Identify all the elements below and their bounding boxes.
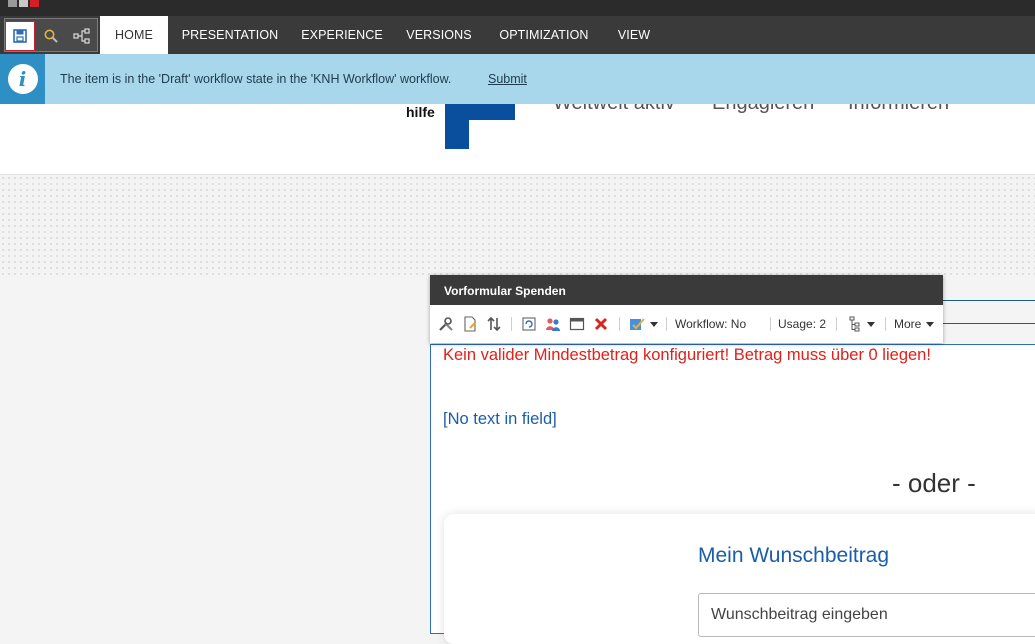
logo-mark <box>445 104 515 120</box>
toolbar-separator <box>511 317 512 331</box>
delete-button[interactable] <box>592 315 610 333</box>
top-strip <box>0 0 1035 16</box>
app-logo-square <box>30 0 39 7</box>
more-dropdown[interactable]: More <box>894 317 935 331</box>
nav-informieren[interactable]: Informieren <box>848 104 949 115</box>
tab-home[interactable]: HOME <box>100 16 168 54</box>
search-button[interactable] <box>36 21 66 51</box>
more-label: More <box>894 317 922 331</box>
empty-text-field[interactable]: [No text in field] <box>443 410 557 429</box>
info-icon: i <box>0 54 45 104</box>
workflow-status[interactable]: Workflow: No <box>675 317 746 331</box>
quick-access-toolbar <box>4 18 98 52</box>
tab-presentation[interactable]: PRESENTATION <box>172 16 288 54</box>
search-icon <box>44 29 58 43</box>
tree-icon <box>849 316 859 332</box>
app-logo-square <box>8 0 17 7</box>
sort-button[interactable] <box>485 315 503 333</box>
toolbar-separator <box>770 317 771 331</box>
notification-text: The item is in the 'Draft' workflow stat… <box>60 72 452 86</box>
properties-icon <box>439 317 453 331</box>
logo-text: hilfe <box>406 104 435 120</box>
tab-experience[interactable]: EXPERIENCE <box>292 16 392 54</box>
save-icon <box>13 29 27 43</box>
edit-item-button[interactable] <box>461 315 479 333</box>
layout-button[interactable] <box>568 315 586 333</box>
edit-item-icon <box>464 316 476 332</box>
sort-icon <box>487 316 501 332</box>
nav-engagieren[interactable]: Engagieren <box>712 104 814 115</box>
ribbon-bar: HOME PRESENTATION EXPERIENCE VERSIONS OP… <box>0 16 1035 54</box>
rendering-chrome: Vorformular Spenden Workflow: No Usage: … <box>430 275 943 343</box>
navigator-button[interactable] <box>67 21 97 51</box>
placeholder-line <box>943 300 1035 301</box>
toolbar-separator <box>836 317 837 331</box>
personalize-button[interactable] <box>544 315 562 333</box>
pattern-band <box>0 175 1035 275</box>
toolbar-separator <box>619 317 620 331</box>
replace-button[interactable] <box>520 315 538 333</box>
tree-dropdown[interactable] <box>846 315 876 333</box>
tab-view[interactable]: VIEW <box>606 16 662 54</box>
edit-related-dropdown[interactable] <box>628 315 658 333</box>
wish-amount-card: Mein Wunschbeitrag <box>444 514 1035 644</box>
edit-related-icon <box>629 318 645 330</box>
rendering-toolbar: Workflow: No Usage: 2 More <box>430 305 943 343</box>
toolbar-separator <box>666 317 667 331</box>
site-header: hilfe Weltweit aktiv Engagieren Informie… <box>0 104 1035 175</box>
chevron-down-icon <box>649 321 658 327</box>
validation-error: Kein valider Mindestbetrag konfiguriert!… <box>443 346 931 364</box>
personalize-icon <box>546 318 560 331</box>
card-title: Mein Wunschbeitrag <box>698 544 890 567</box>
nav-weltweit-aktiv[interactable]: Weltweit aktiv <box>553 104 675 115</box>
chevron-down-icon <box>866 321 875 327</box>
delete-icon <box>594 317 608 331</box>
properties-button[interactable] <box>437 315 455 333</box>
tab-versions[interactable]: VERSIONS <box>398 16 480 54</box>
submit-link[interactable]: Submit <box>488 72 527 86</box>
toolbar-separator <box>885 317 886 331</box>
layout-icon <box>569 317 585 331</box>
or-separator: - oder - <box>892 468 976 498</box>
rendering-title: Vorformular Spenden <box>430 275 943 305</box>
navigator-icon <box>73 28 90 44</box>
workflow-notification: i The item is in the 'Draft' workflow st… <box>0 54 1035 104</box>
placeholder-line <box>943 323 1035 324</box>
save-button[interactable] <box>5 21 35 51</box>
wish-amount-input[interactable] <box>698 593 1035 637</box>
chevron-down-icon <box>926 322 935 328</box>
usage-count[interactable]: Usage: 2 <box>778 317 826 331</box>
app-logo-square <box>19 0 28 7</box>
replace-icon <box>522 317 536 331</box>
tab-optimization[interactable]: OPTIMIZATION <box>488 16 600 54</box>
